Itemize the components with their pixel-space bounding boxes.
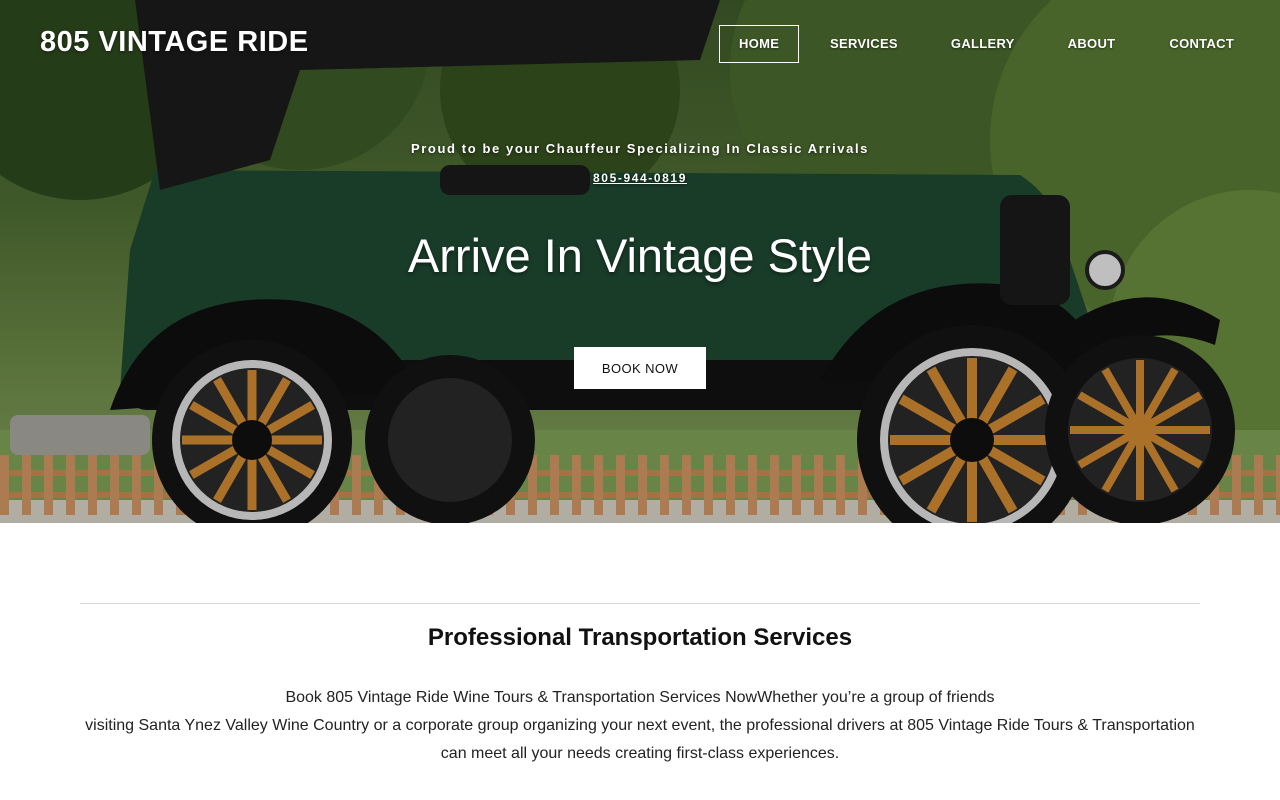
services-line: Book 805 Vintage Ride Wine Tours & Trans… [285, 689, 995, 706]
main-navigation: HOME SERVICES GALLERY ABOUT CONTACT [719, 25, 1235, 63]
hero-tagline: Proud to be your Chauffeur Specializing … [411, 141, 869, 156]
hero-headline: Arrive In Vintage Style [407, 229, 873, 282]
book-now-button[interactable]: BOOK NOW [574, 347, 706, 389]
phone-link[interactable]: 805-944-0819 [593, 171, 687, 185]
nav-home[interactable]: HOME [719, 25, 799, 63]
nav-about[interactable]: ABOUT [1067, 25, 1117, 63]
hero-phone: 805-944-0819 [0, 169, 1280, 187]
services-description: Book 805 Vintage Ride Wine Tours & Trans… [80, 684, 1200, 768]
services-line: can meet all your needs creating first-c… [440, 745, 840, 762]
services-title: Professional Transportation Services [427, 624, 853, 651]
section-divider [80, 603, 1200, 604]
services-line: visiting Santa Ynez Valley Wine Country … [85, 717, 1195, 734]
nav-services[interactable]: SERVICES [829, 25, 899, 63]
nav-contact[interactable]: CONTACT [1168, 25, 1235, 63]
nav-gallery[interactable]: GALLERY [950, 25, 1016, 63]
site-logo[interactable]: 805 VINTAGE RIDE [40, 26, 309, 59]
hero-banner: 805 VINTAGE RIDE HOME SERVICES GALLERY A… [0, 0, 1280, 523]
